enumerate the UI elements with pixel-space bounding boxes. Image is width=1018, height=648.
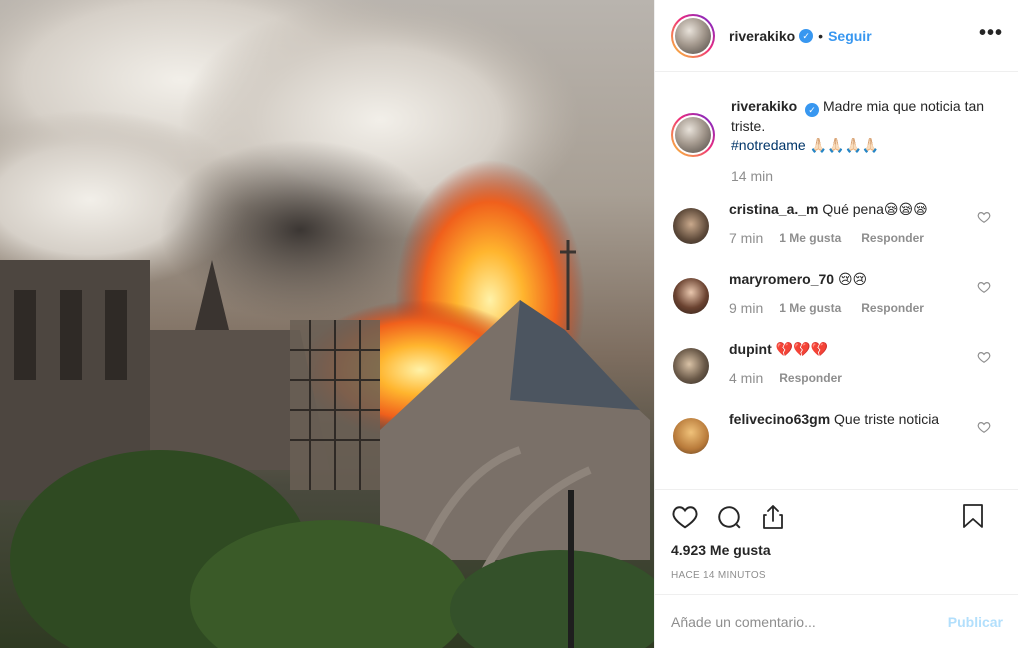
comment-username[interactable]: felivecino63gm: [729, 411, 830, 427]
comment-username[interactable]: cristina_a._m: [729, 201, 819, 217]
comment-time[interactable]: 4 min: [729, 369, 763, 388]
likes-count[interactable]: 4.923 Me gusta: [671, 542, 1003, 558]
post-photo-illustration: [0, 0, 654, 648]
comment-item: dupint 💔💔💔 4 min Responder: [671, 340, 1003, 388]
commenter-avatar[interactable]: [673, 278, 709, 314]
comment-likes[interactable]: 1 Me gusta: [779, 229, 841, 248]
commenter-avatar[interactable]: [673, 208, 709, 244]
share-icon[interactable]: [759, 503, 787, 531]
post-actions: 4.923 Me gusta HACE 14 MINUTOS: [655, 489, 1018, 581]
caption-time[interactable]: 14 min: [731, 167, 991, 186]
comment-text: 💔💔💔: [775, 341, 828, 357]
author-username[interactable]: riverakiko: [729, 28, 795, 44]
comment-body: maryromero_70 😢😢 9 min 1 Me gusta Respon…: [729, 270, 965, 318]
like-comment-heart-icon[interactable]: [977, 280, 991, 294]
like-comment-heart-icon[interactable]: [977, 420, 991, 434]
reply-button[interactable]: Responder: [779, 369, 842, 388]
like-comment-heart-icon[interactable]: [977, 210, 991, 224]
comment-text: 😢😢: [837, 271, 868, 287]
add-comment-bar: Publicar: [655, 594, 1018, 648]
bookmark-icon[interactable]: [959, 502, 987, 530]
comment-item: felivecino63gm Que triste noticia: [671, 410, 1003, 454]
comment-meta: 9 min 1 Me gusta Responder: [729, 299, 965, 318]
action-icons: [671, 502, 1003, 532]
comment-body: felivecino63gm Que triste noticia: [729, 410, 965, 454]
comment-input[interactable]: [671, 613, 948, 630]
comment-time[interactable]: 7 min: [729, 229, 763, 248]
comment-time[interactable]: 9 min: [729, 299, 763, 318]
verified-badge-icon: ✓: [805, 103, 820, 117]
comment-meta: 7 min 1 Me gusta Responder: [729, 229, 965, 248]
reply-button[interactable]: Responder: [861, 229, 924, 248]
comment-username[interactable]: maryromero_70: [729, 271, 834, 287]
comment-body: dupint 💔💔💔 4 min Responder: [729, 340, 965, 388]
follow-button[interactable]: Seguir: [828, 28, 872, 44]
comment-meta: 4 min Responder: [729, 369, 965, 388]
reply-button[interactable]: Responder: [861, 299, 924, 318]
comment-text: Que triste noticia: [834, 411, 940, 427]
comment-likes[interactable]: 1 Me gusta: [779, 299, 841, 318]
comment-item: cristina_a._m Qué pena😪😪😪 7 min 1 Me gus…: [671, 200, 1003, 248]
post-side-panel: riverakiko ✓ • Seguir ••• riverakiko ✓ M…: [654, 0, 1018, 648]
caption: riverakiko ✓ Madre mia que noticia tan t…: [671, 97, 1003, 186]
comment-icon[interactable]: [715, 503, 743, 531]
caption-hashtag[interactable]: #notredame: [731, 137, 806, 153]
comments-list[interactable]: riverakiko ✓ Madre mia que noticia tan t…: [655, 73, 1018, 488]
author-avatar[interactable]: [671, 13, 715, 58]
post-image[interactable]: [0, 0, 654, 648]
post-header: riverakiko ✓ • Seguir •••: [655, 0, 1018, 72]
caption-avatar[interactable]: [671, 113, 715, 157]
comment-item: maryromero_70 😢😢 9 min 1 Me gusta Respon…: [671, 270, 1003, 318]
heart-icon[interactable]: [671, 503, 699, 531]
caption-emojis: 🙏🏻🙏🏻🙏🏻🙏🏻: [809, 137, 880, 153]
verified-badge-icon: ✓: [799, 28, 814, 43]
separator-dot: •: [818, 27, 824, 44]
comment-text: Qué pena😪😪😪: [822, 201, 928, 217]
caption-username[interactable]: riverakiko: [731, 98, 797, 114]
commenter-avatar[interactable]: [673, 348, 709, 384]
more-options-icon[interactable]: •••: [979, 22, 1003, 45]
caption-body: riverakiko ✓ Madre mia que noticia tan t…: [731, 97, 1003, 186]
comment-body: cristina_a._m Qué pena😪😪😪 7 min 1 Me gus…: [729, 200, 965, 248]
comment-username[interactable]: dupint: [729, 341, 772, 357]
like-comment-heart-icon[interactable]: [977, 350, 991, 364]
post-timestamp[interactable]: HACE 14 MINUTOS: [671, 570, 1003, 581]
publish-button[interactable]: Publicar: [948, 614, 1003, 630]
commenter-avatar[interactable]: [673, 418, 709, 454]
